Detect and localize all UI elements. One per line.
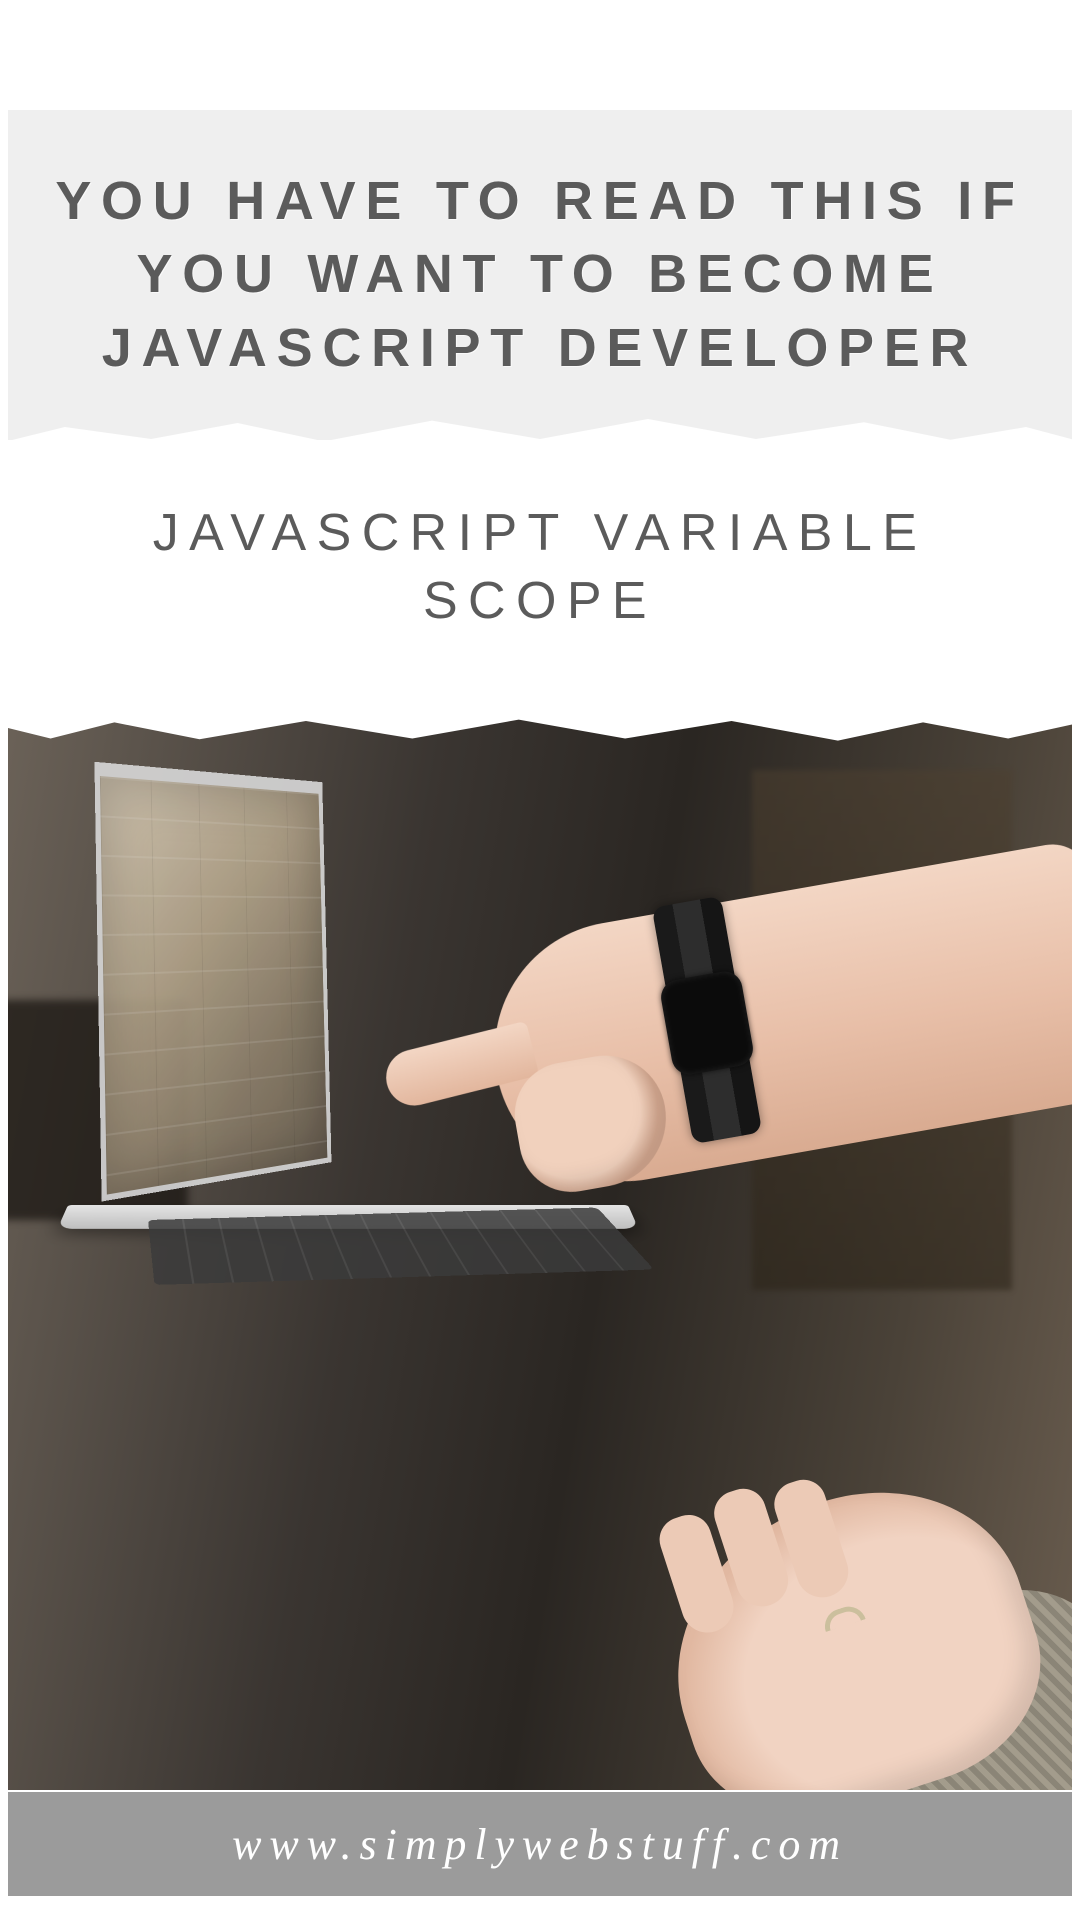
subtitle-text: JAVASCRIPT VARIABLE SCOPE bbox=[38, 500, 1042, 635]
smartwatch-face bbox=[658, 969, 755, 1078]
laptop-screen bbox=[94, 762, 331, 1202]
laptop-keyboard bbox=[148, 1208, 654, 1285]
footer-bar: www.simplywebstuff.com bbox=[8, 1792, 1072, 1896]
torn-edge-divider bbox=[8, 700, 1072, 770]
hero-photo bbox=[8, 700, 1072, 1790]
hero-panel: YOU HAVE TO READ THIS IF YOU WANT TO BEC… bbox=[8, 110, 1072, 440]
hero-title: YOU HAVE TO READ THIS IF YOU WANT TO BEC… bbox=[48, 165, 1032, 385]
subtitle-band: JAVASCRIPT VARIABLE SCOPE bbox=[8, 500, 1072, 635]
card-frame: YOU HAVE TO READ THIS IF YOU WANT TO BEC… bbox=[0, 0, 1080, 1920]
footer-url: www.simplywebstuff.com bbox=[232, 1819, 848, 1870]
